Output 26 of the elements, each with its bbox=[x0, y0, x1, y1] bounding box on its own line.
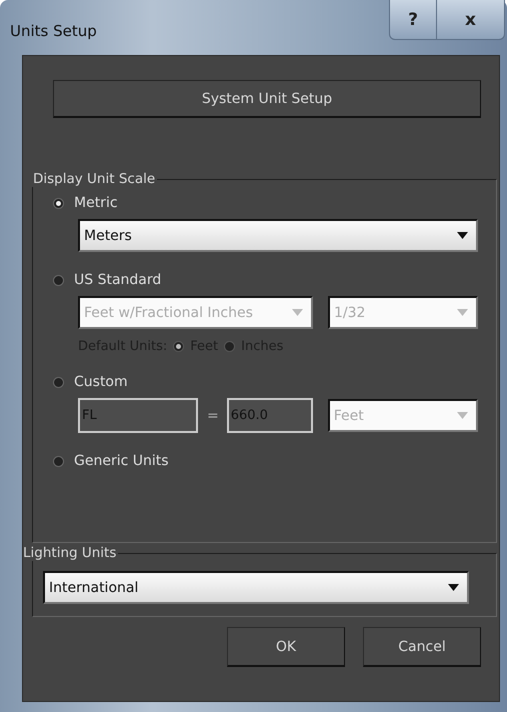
radio-button[interactable] bbox=[173, 341, 184, 352]
dropdown[interactable]: Meters bbox=[78, 219, 478, 252]
caret-icon bbox=[457, 309, 468, 316]
caret-icon bbox=[456, 412, 468, 419]
option-label: Generic Units bbox=[74, 453, 169, 469]
dialog-button[interactable]: Cancel bbox=[363, 627, 481, 667]
caret-icon bbox=[292, 309, 303, 316]
caret-icon bbox=[448, 584, 459, 591]
radio-button[interactable] bbox=[53, 376, 64, 388]
close-button[interactable]: x bbox=[437, 0, 505, 40]
option-label: Metric bbox=[74, 195, 118, 211]
group-title: Lighting Units bbox=[22, 545, 118, 561]
equals-sign: = bbox=[207, 408, 219, 424]
caret-icon bbox=[457, 232, 468, 239]
option-label: US Standard bbox=[74, 272, 162, 288]
radio-button[interactable] bbox=[53, 274, 64, 286]
radio-button[interactable] bbox=[224, 341, 236, 352]
option-label: Custom bbox=[74, 374, 128, 390]
dialog-button[interactable]: OK bbox=[227, 627, 345, 667]
dropdown[interactable]: International bbox=[43, 571, 469, 604]
radio-button[interactable] bbox=[53, 198, 64, 208]
group-title: Display Unit Scale bbox=[32, 171, 156, 187]
radio-button[interactable] bbox=[53, 456, 64, 466]
system-unit-setup-button[interactable]: System Unit Setup bbox=[53, 80, 481, 118]
window-title: Units Setup bbox=[10, 22, 97, 40]
help-button[interactable]: ? bbox=[389, 0, 437, 40]
